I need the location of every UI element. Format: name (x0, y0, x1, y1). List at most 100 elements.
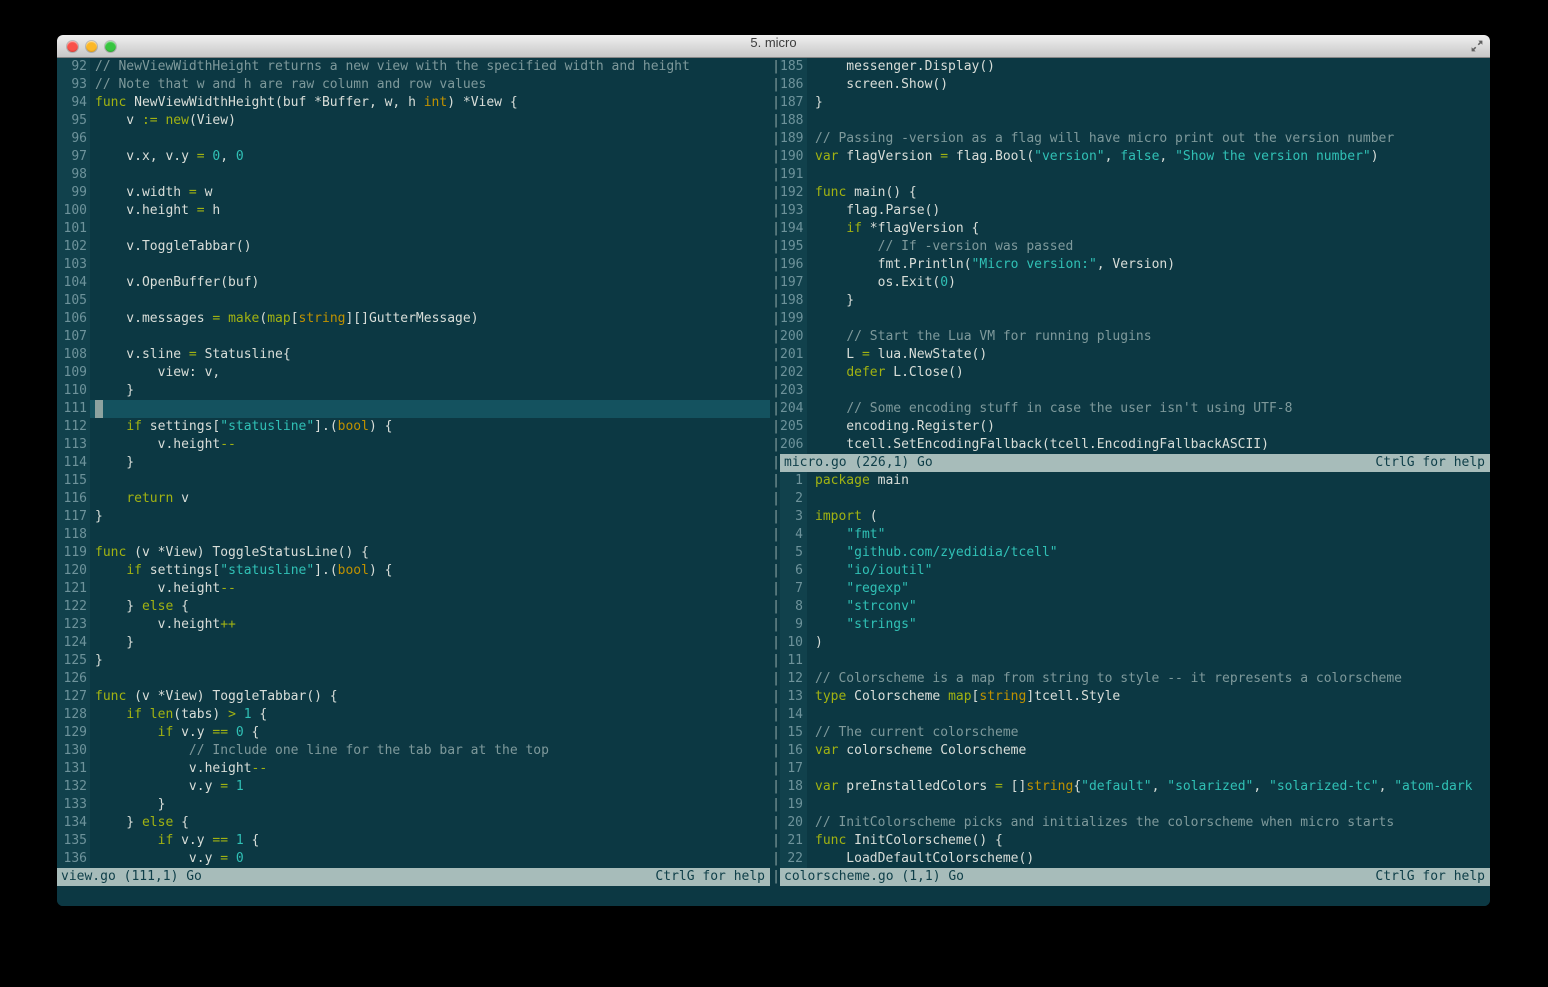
code-line-129[interactable]: 129 if v.y == 0 { (57, 724, 770, 742)
code-line-133[interactable]: 133 } (57, 796, 770, 814)
code-line-202[interactable]: 202 defer L.Close() (780, 364, 1490, 382)
code-line-15[interactable]: 15 // The current colorscheme (780, 724, 1490, 742)
code-line-188[interactable]: 188 (780, 112, 1490, 130)
code-line-130[interactable]: 130 // Include one line for the tab bar … (57, 742, 770, 760)
code-line-198[interactable]: 198 } (780, 292, 1490, 310)
code-line-17[interactable]: 17 (780, 760, 1490, 778)
code-line-94[interactable]: 94 func NewViewWidthHeight(buf *Buffer, w… (57, 94, 770, 112)
code-line-3[interactable]: 3 import ( (780, 508, 1490, 526)
code-line-112[interactable]: 112 if settings["statusline"].(bool) { (57, 418, 770, 436)
code-line-110[interactable]: 110 } (57, 382, 770, 400)
code-line-200[interactable]: 200 // Start the Lua VM for running plug… (780, 328, 1490, 346)
code-line-108[interactable]: 108 v.sline = Statusline{ (57, 346, 770, 364)
code-line-124[interactable]: 124 } (57, 634, 770, 652)
editor-pane-micro-go[interactable]: 185 messenger.Display() 186 screen.Show()… (780, 58, 1490, 454)
code-line-199[interactable]: 199 (780, 310, 1490, 328)
code-line-99[interactable]: 99 v.width = w (57, 184, 770, 202)
code-line-195[interactable]: 195 // If -version was passed (780, 238, 1490, 256)
code-line-126[interactable]: 126 (57, 670, 770, 688)
code-line-4[interactable]: 4 "fmt" (780, 526, 1490, 544)
code-line-13[interactable]: 13 type Colorscheme map[string]tcell.Styl… (780, 688, 1490, 706)
zoom-button-icon[interactable] (105, 40, 116, 52)
code-text: } (95, 455, 135, 470)
code-line-105[interactable]: 105 (57, 292, 770, 310)
code-line-101[interactable]: 101 (57, 220, 770, 238)
code-line-186[interactable]: 186 screen.Show() (780, 76, 1490, 94)
code-line-204[interactable]: 204 // Some encoding stuff in case the u… (780, 400, 1490, 418)
code-line-11[interactable]: 11 (780, 652, 1490, 670)
code-line-201[interactable]: 201 L = lua.NewState() (780, 346, 1490, 364)
code-line-96[interactable]: 96 (57, 130, 770, 148)
code-line-9[interactable]: 9 "strings" (780, 616, 1490, 634)
code-line-114[interactable]: 114 } (57, 454, 770, 472)
code-line-18[interactable]: 18 var preInstalledColors = []string{"def… (780, 778, 1490, 796)
code-line-197[interactable]: 197 os.Exit(0) (780, 274, 1490, 292)
code-line-120[interactable]: 120 if settings["statusline"].(bool) { (57, 562, 770, 580)
minimize-button-icon[interactable] (86, 40, 97, 52)
code-line-7[interactable]: 7 "regexp" (780, 580, 1490, 598)
code-line-22[interactable]: 22 LoadDefaultColorscheme() (780, 850, 1490, 868)
code-line-19[interactable]: 19 (780, 796, 1490, 814)
code-line-95[interactable]: 95 v := new(View) (57, 112, 770, 130)
code-line-109[interactable]: 109 view: v, (57, 364, 770, 382)
code-line-122[interactable]: 122 } else { (57, 598, 770, 616)
code-line-128[interactable]: 128 if len(tabs) > 1 { (57, 706, 770, 724)
code-line-121[interactable]: 121 v.height-- (57, 580, 770, 598)
code-line-106[interactable]: 106 v.messages = make(map[string][]Gutte… (57, 310, 770, 328)
code-line-8[interactable]: 8 "strconv" (780, 598, 1490, 616)
code-line-136[interactable]: 136 v.y = 0 (57, 850, 770, 868)
code-line-92[interactable]: 92 // NewViewWidthHeight returns a new vi… (57, 58, 770, 76)
code-line-191[interactable]: 191 (780, 166, 1490, 184)
code-line-131[interactable]: 131 v.height-- (57, 760, 770, 778)
code-line-107[interactable]: 107 (57, 328, 770, 346)
code-line-205[interactable]: 205 encoding.Register() (780, 418, 1490, 436)
editor-pane-colorscheme-go[interactable]: 1 package main 2 3 import (4 "fmt" 5 "github.… (780, 472, 1490, 868)
code-line-12[interactable]: 12 // Colorscheme is a map from string to… (780, 670, 1490, 688)
code-line-103[interactable]: 103 (57, 256, 770, 274)
code-line-104[interactable]: 104 v.OpenBuffer(buf) (57, 274, 770, 292)
code-line-125[interactable]: 125} (57, 652, 770, 670)
code-line-187[interactable]: 187} (780, 94, 1490, 112)
code-line-196[interactable]: 196 fmt.Println("Micro version:", Versio… (780, 256, 1490, 274)
editor-pane-view-go[interactable]: 92 // NewViewWidthHeight returns a new vi… (57, 58, 770, 868)
code-line-194[interactable]: 194 if *flagVersion { (780, 220, 1490, 238)
code-line-100[interactable]: 100 v.height = h (57, 202, 770, 220)
code-line-189[interactable]: 189 // Passing -version as a flag will ha… (780, 130, 1490, 148)
code-line-111[interactable]: 111 (57, 400, 770, 418)
code-line-5[interactable]: 5 "github.com/zyedidia/tcell" (780, 544, 1490, 562)
code-line-113[interactable]: 113 v.height-- (57, 436, 770, 454)
code-text: func NewViewWidthHeight(buf *Buffer, w, … (95, 95, 518, 110)
code-line-185[interactable]: 185 messenger.Display() (780, 58, 1490, 76)
code-line-192[interactable]: 192 func main() { (780, 184, 1490, 202)
code-line-14[interactable]: 14 (780, 706, 1490, 724)
code-line-1[interactable]: 1 package main (780, 472, 1490, 490)
code-line-98[interactable]: 98 (57, 166, 770, 184)
code-line-206[interactable]: 206 tcell.SetEncodingFallback(tcell.Enco… (780, 436, 1490, 454)
code-line-115[interactable]: 115 (57, 472, 770, 490)
code-line-193[interactable]: 193 flag.Parse() (780, 202, 1490, 220)
code-line-203[interactable]: 203 (780, 382, 1490, 400)
code-line-127[interactable]: 127 func (v *View) ToggleTabbar() { (57, 688, 770, 706)
code-line-102[interactable]: 102 v.ToggleTabbar() (57, 238, 770, 256)
code-line-16[interactable]: 16 var colorscheme Colorscheme (780, 742, 1490, 760)
code-text: type Colorscheme map[string]tcell.Style (815, 689, 1121, 704)
close-button-icon[interactable] (67, 40, 78, 52)
window-titlebar[interactable]: 5. micro (57, 35, 1490, 58)
code-line-10[interactable]: 10) (780, 634, 1490, 652)
code-line-20[interactable]: 20 // InitColorscheme picks and initializ… (780, 814, 1490, 832)
code-line-97[interactable]: 97 v.x, v.y = 0, 0 (57, 148, 770, 166)
code-line-118[interactable]: 118 (57, 526, 770, 544)
code-line-21[interactable]: 21 func InitColorscheme() { (780, 832, 1490, 850)
code-line-135[interactable]: 135 if v.y == 1 { (57, 832, 770, 850)
code-line-6[interactable]: 6 "io/ioutil" (780, 562, 1490, 580)
code-line-93[interactable]: 93 // Note that w and h are raw column an… (57, 76, 770, 94)
code-line-116[interactable]: 116 return v (57, 490, 770, 508)
code-line-2[interactable]: 2 (780, 490, 1490, 508)
code-line-119[interactable]: 119 func (v *View) ToggleStatusLine() { (57, 544, 770, 562)
code-line-117[interactable]: 117} (57, 508, 770, 526)
code-line-132[interactable]: 132 v.y = 1 (57, 778, 770, 796)
code-line-190[interactable]: 190 var flagVersion = flag.Bool("version"… (780, 148, 1490, 166)
code-line-134[interactable]: 134 } else { (57, 814, 770, 832)
resize-icon[interactable] (1469, 38, 1485, 54)
code-line-123[interactable]: 123 v.height++ (57, 616, 770, 634)
